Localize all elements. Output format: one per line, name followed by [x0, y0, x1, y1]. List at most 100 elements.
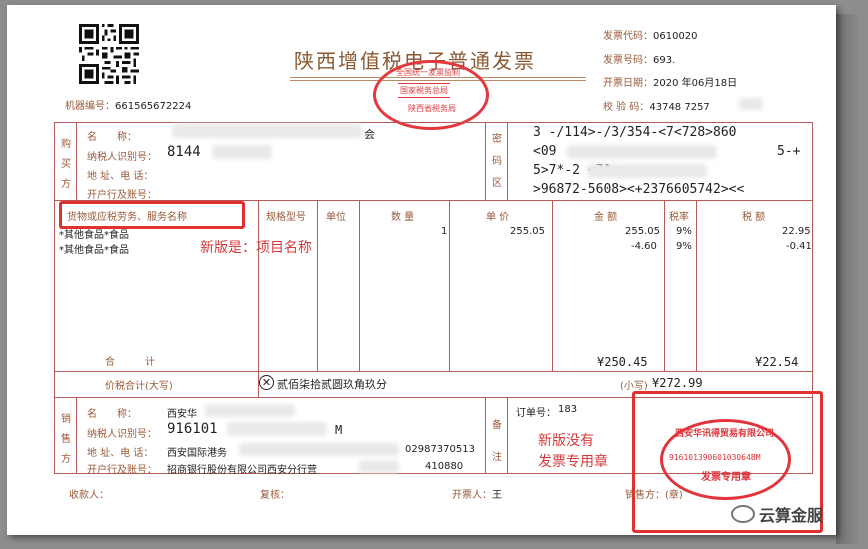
- tax-seal-top-text: 全国统一发票监制: [396, 68, 460, 77]
- subtotal-label: 合 计: [105, 357, 155, 368]
- item-row-2-name: *其他食品*食品: [59, 245, 129, 256]
- machine-number-value: 661565672224: [115, 101, 192, 112]
- invoice-number-value: 693.: [653, 55, 676, 66]
- redaction: [739, 98, 763, 110]
- redaction: [359, 460, 399, 473]
- item-row-1-rate: 9%: [676, 226, 692, 237]
- redaction: [239, 443, 399, 456]
- buyer-label-divider: [76, 122, 77, 200]
- remarks-divider: [485, 397, 486, 473]
- invoice-number-label: 发票号码：: [603, 55, 653, 66]
- col-header-price: 单 价: [486, 212, 510, 223]
- seller-label-divider: [76, 397, 77, 473]
- table-border-top: [54, 122, 813, 123]
- invoice-code: 发票代码：0610020: [603, 27, 698, 42]
- seller-address-value: 西安国际港务: [167, 448, 227, 459]
- invoice-number: 发票号码：693.: [603, 51, 675, 66]
- col-divider: [258, 200, 259, 371]
- reviewer-label: 复核：: [260, 490, 290, 501]
- redaction: [227, 422, 327, 436]
- seller-taxid-value: 916101: [167, 421, 218, 437]
- cipher-label-divider: [507, 122, 508, 200]
- issue-date-label: 开票日期：: [603, 78, 653, 89]
- buyer-section-label: 购买方: [61, 139, 71, 190]
- remarks-section-label: 备注: [492, 420, 502, 463]
- drawer-value: 王: [492, 490, 502, 501]
- seller-section-label: 销售方: [61, 414, 71, 465]
- col-divider: [449, 200, 450, 371]
- buyer-address-label: 地 址、电 话：: [87, 171, 154, 182]
- drawer-label: 开票人：: [452, 490, 492, 501]
- remarks-label-divider: [507, 397, 508, 473]
- tax-bureau-seal: 全国统一发票监制 国家税务总局 陕西省税务局: [373, 60, 489, 130]
- company-seal-id: 91610139060103064BM: [669, 453, 761, 462]
- redaction: [205, 404, 295, 417]
- total-capital: 贰佰柒拾贰圆玖角玖分: [277, 378, 387, 391]
- cancel-mark-icon: ✕: [259, 375, 274, 390]
- total-small-value: ¥272.99: [652, 376, 703, 390]
- col-header-unit: 单位: [326, 212, 346, 223]
- page-shadow: [836, 14, 860, 544]
- col-header-tax: 税 额: [742, 212, 766, 223]
- col-header-amount: 金 额: [594, 212, 618, 223]
- seller-name-value: 西安华: [167, 409, 197, 420]
- check-code-value: 43748 7257: [649, 102, 710, 113]
- cipher-divider: [485, 122, 486, 200]
- redaction: [172, 124, 362, 138]
- table-divider-items: [54, 371, 813, 372]
- redaction: [587, 164, 707, 178]
- item-row-2-amount: -4.60: [631, 241, 657, 252]
- item-row-2-rate: 9%: [676, 241, 692, 252]
- table-border-left: [54, 122, 55, 474]
- check-code-label: 校 验 码：: [603, 102, 650, 113]
- total-label: 价税合计(大写): [105, 381, 173, 392]
- col-header-qty: 数 量: [391, 212, 415, 223]
- invoice-page: 机器编号：661565672224 陕西增值税电子普通发票 全国统一发票监制 国…: [7, 5, 836, 535]
- col-divider: [317, 200, 318, 371]
- seller-bank-label: 开户行及账号：: [87, 465, 157, 476]
- cipher-line-2-tail: 5-+: [777, 144, 801, 159]
- annotation-no-seal-line1: 新版没有: [538, 433, 594, 449]
- tax-seal-mid-text: 国家税务总局: [398, 83, 450, 98]
- subtotal-tax: ¥22.54: [755, 355, 799, 369]
- buyer-name-value: 会: [364, 128, 375, 141]
- seller-stamp-label: 销售方：(章): [625, 490, 683, 501]
- machine-number: 机器编号：661565672224: [65, 97, 191, 112]
- order-label: 订单号：: [516, 408, 556, 419]
- col-divider: [696, 200, 697, 371]
- payee-label: 收款人：: [69, 490, 109, 501]
- machine-number-label: 机器编号：: [65, 101, 115, 112]
- col-divider: [664, 200, 665, 371]
- item-row-2-tax: -0.41: [786, 241, 812, 252]
- col-header-rate: 税率: [669, 212, 689, 223]
- seller-name-label: 名 称：: [87, 409, 137, 420]
- seller-address-label: 地 址、电 话：: [87, 448, 154, 459]
- item-row-1-name: *其他食品*食品: [59, 230, 129, 241]
- col-divider: [552, 200, 553, 371]
- cipher-line-1: 3 -/114>-/3/354-<7<728>860: [533, 125, 737, 140]
- invoice-code-label: 发票代码：: [603, 31, 653, 42]
- col-divider: [359, 200, 360, 371]
- cipher-line-4: >96872-5608><+2376605742><<: [533, 182, 745, 197]
- seller-bank-tail: 410880: [425, 461, 464, 472]
- redaction: [212, 145, 272, 159]
- item-row-1-qty: 1: [441, 226, 448, 237]
- issue-date-value: 2020 年06月18日: [653, 78, 738, 89]
- cipher-section-label: 密码区: [492, 134, 502, 189]
- subtotal-amount: ¥250.45: [597, 355, 648, 369]
- issue-date: 开票日期：2020 年06月18日: [603, 74, 737, 89]
- total-small-label: (小写): [620, 381, 648, 392]
- company-seal-name: 西安华讯得贸易有限公司: [675, 429, 775, 439]
- cipher-line-2: <09: [533, 144, 557, 159]
- item-row-1-price: 255.05: [510, 226, 545, 237]
- seller-taxid-label: 纳税人识别号：: [87, 429, 157, 440]
- company-seal-label: 发票专用章: [701, 472, 751, 483]
- item-row-1-tax: 22.95: [782, 226, 811, 237]
- tax-seal-bottom-text: 陕西省税务局: [408, 104, 456, 113]
- buyer-taxid-label: 纳税人识别号：: [87, 152, 157, 163]
- annotation-box-item-name: [59, 201, 245, 229]
- item-row-1-amount: 255.05: [625, 226, 660, 237]
- col-header-spec: 规格型号: [266, 212, 306, 223]
- seller-phone-value: 02987370513: [405, 444, 475, 455]
- annotation-no-seal-line2: 发票专用章: [538, 454, 608, 470]
